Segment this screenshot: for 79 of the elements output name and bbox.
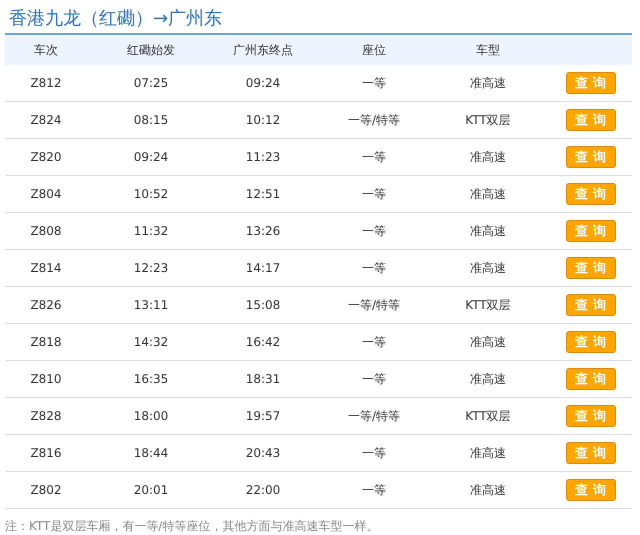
table-cell: 一等 xyxy=(362,186,386,202)
table-cell: Z808 xyxy=(30,224,62,238)
table-cell: 准高速 xyxy=(470,334,506,350)
query-button[interactable]: 查询 xyxy=(566,405,616,427)
table-cell: Z810 xyxy=(30,372,62,386)
table-cell: 准高速 xyxy=(470,148,506,166)
table-cell: 准高速 xyxy=(470,444,506,462)
table-cell: 准高速 xyxy=(470,260,506,276)
table-cell: 一等 xyxy=(362,74,386,92)
column-header: 广州东终点 xyxy=(233,42,293,58)
query-button[interactable]: 查询 xyxy=(566,331,616,353)
table-cell: 22:00 xyxy=(246,483,280,497)
table-cell: Z820 xyxy=(30,150,62,164)
table-cell: 准高速 xyxy=(470,370,506,388)
column-header: 车次 xyxy=(34,42,58,58)
table-cell: 10:52 xyxy=(134,187,168,201)
table-cell: 08:15 xyxy=(134,113,168,127)
query-button[interactable]: 查询 xyxy=(566,109,616,131)
column-header: 车型 xyxy=(476,42,500,58)
table-cell: 11:23 xyxy=(246,150,280,164)
column-header: 红磡始发 xyxy=(127,42,175,58)
table-cell: 11:32 xyxy=(134,224,168,238)
table-cell: 16:42 xyxy=(246,335,280,349)
table-cell: 16:35 xyxy=(134,372,168,386)
table-cell: 20:01 xyxy=(134,483,168,497)
table-cell: Z804 xyxy=(30,187,62,201)
table-cell: 14:32 xyxy=(134,335,168,349)
query-button[interactable]: 查询 xyxy=(566,72,616,94)
table-cell: 一等/特等 xyxy=(348,112,400,128)
table-cell: 一等 xyxy=(362,370,386,388)
query-button[interactable]: 查询 xyxy=(566,442,616,464)
table-cell: 10:12 xyxy=(246,113,280,127)
query-button[interactable]: 查询 xyxy=(566,479,616,501)
table-cell: 09:24 xyxy=(246,76,280,90)
table-cell: 12:51 xyxy=(246,187,280,201)
table-cell: 一等 xyxy=(362,222,386,240)
table-cell: 12:23 xyxy=(134,261,168,275)
query-button[interactable]: 查询 xyxy=(566,183,616,205)
table-cell: 18:44 xyxy=(134,446,168,460)
query-button[interactable]: 查询 xyxy=(566,294,616,316)
table-cell: Z828 xyxy=(30,409,62,423)
table-cell: 准高速 xyxy=(470,74,506,92)
table-cell: 一等 xyxy=(362,334,386,350)
table-cell: Z816 xyxy=(30,446,62,460)
table-cell: 一等 xyxy=(362,482,386,498)
table-cell: 13:26 xyxy=(246,224,280,238)
table-cell: 13:11 xyxy=(134,298,168,312)
table-cell: 一等/特等 xyxy=(348,408,400,424)
table-cell: Z824 xyxy=(30,113,62,127)
table-cell: 09:24 xyxy=(134,150,168,164)
table-cell: Z826 xyxy=(30,298,62,312)
table-cell: 一等 xyxy=(362,260,386,276)
table-cell: 一等/特等 xyxy=(348,296,400,314)
table-cell: Z812 xyxy=(30,76,62,90)
table-cell: Z814 xyxy=(30,261,62,275)
query-button[interactable]: 查询 xyxy=(566,220,616,242)
table-cell: 18:00 xyxy=(134,409,168,423)
table-cell: 一等 xyxy=(362,148,386,166)
table-cell: Z818 xyxy=(30,335,62,349)
table-cell: KTT双层 xyxy=(465,296,511,314)
query-button[interactable]: 查询 xyxy=(566,368,616,390)
table-cell: 准高速 xyxy=(470,186,506,202)
footnote: 注：KTT是双层车厢，有一等/特等座位，其他方面与准高速车型一样。 xyxy=(5,518,380,535)
column-header: 座位 xyxy=(362,42,386,58)
table-cell: KTT双层 xyxy=(465,408,511,424)
query-button[interactable]: 查询 xyxy=(566,257,616,279)
table-cell: 14:17 xyxy=(246,261,280,275)
table-cell: KTT双层 xyxy=(465,112,511,128)
page-title: 香港九龙（红磡）→广州东 xyxy=(8,7,224,31)
table-cell: 准高速 xyxy=(470,482,506,498)
table-cell: 19:57 xyxy=(246,409,280,423)
table-cell: Z802 xyxy=(30,483,62,497)
table-cell: 准高速 xyxy=(470,222,506,240)
query-button[interactable]: 查询 xyxy=(566,146,616,168)
table-cell: 15:08 xyxy=(246,298,280,312)
table-cell: 07:25 xyxy=(134,76,168,90)
table-cell: 20:43 xyxy=(246,446,280,460)
table-cell: 一等 xyxy=(362,444,386,462)
table-cell: 18:31 xyxy=(246,372,280,386)
